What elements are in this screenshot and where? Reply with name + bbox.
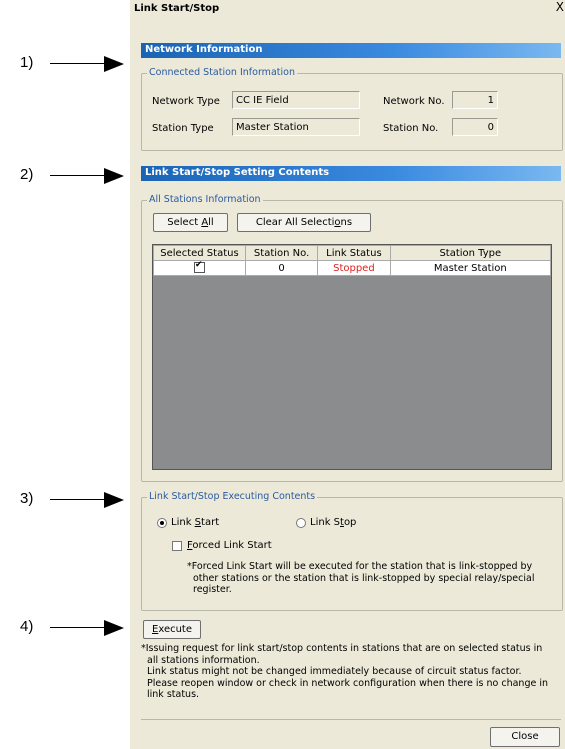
callout-3: 3): [0, 489, 128, 509]
station-type-field: Master Station: [232, 118, 360, 136]
callout-1: 1): [0, 53, 128, 73]
column-header[interactable]: Station Type: [389, 245, 552, 261]
arrow-right-icon: [104, 56, 124, 72]
link-stop-radio[interactable]: [296, 518, 306, 528]
close-icon[interactable]: X: [556, 0, 564, 14]
callout-2: 2): [0, 165, 128, 185]
station-type-cell: Master Station: [389, 260, 552, 276]
note-line: Please reopen window or check in network…: [147, 677, 548, 689]
column-header[interactable]: Station No.: [244, 245, 319, 261]
station-type-label: Station Type: [152, 123, 214, 134]
arrow-line: [50, 63, 108, 64]
note-line: other stations or the station that is li…: [193, 572, 535, 584]
group-label: Connected Station Information: [147, 67, 297, 78]
label-text: Link S: [310, 517, 341, 528]
title-bar: Link Start/Stop X: [130, 0, 565, 18]
link-stop-label[interactable]: Link Stop: [310, 517, 356, 528]
setting-contents-header: Link Start/Stop Setting Contents: [141, 166, 561, 181]
window-title: Link Start/Stop: [134, 3, 220, 14]
link-start-radio[interactable]: [157, 518, 167, 528]
connected-station-group: Connected Station Information Network Ty…: [141, 67, 563, 151]
button-label: xecute: [158, 624, 192, 635]
arrow-line: [50, 627, 108, 628]
station-no-label: Station No.: [383, 123, 439, 134]
arrow-right-icon: [104, 620, 124, 636]
all-stations-table[interactable]: Selected Status Station No. Link Status …: [152, 244, 552, 470]
note-line: Link status might not be changed immedia…: [147, 666, 522, 677]
arrow-right-icon: [104, 492, 124, 508]
link-status-cell: Stopped: [317, 260, 391, 276]
execute-note: *Issuing request for link start/stop con…: [141, 643, 563, 701]
stations-table: Selected Status Station No. Link Status …: [153, 245, 552, 276]
execute-button[interactable]: Execute: [143, 620, 201, 639]
link-start-label[interactable]: Link Start: [171, 517, 219, 528]
select-all-button[interactable]: Select All: [153, 213, 228, 232]
column-header[interactable]: Selected Status: [153, 245, 246, 261]
label-text: tart: [201, 517, 220, 528]
link-start-stop-dialog: Link Start/Stop X Network Information Co…: [130, 0, 565, 749]
arrow-right-icon: [104, 168, 124, 184]
clear-all-selections-button[interactable]: Clear All Selections: [237, 213, 371, 232]
network-no-label: Network No.: [383, 96, 445, 107]
divider: [141, 719, 561, 720]
network-type-label: Network Type: [152, 96, 220, 107]
callout-number: 4): [20, 618, 34, 635]
label-text: orced Link Start: [192, 540, 272, 551]
forced-link-start-checkbox[interactable]: [172, 541, 182, 551]
button-label: Clear All Selecti: [255, 217, 335, 228]
network-information-header: Network Information: [141, 43, 561, 58]
table-header-row: Selected Status Station No. Link Status …: [153, 245, 552, 261]
button-label: ns: [340, 217, 353, 228]
group-label: All Stations Information: [147, 194, 263, 205]
note-line: all stations information.: [147, 654, 260, 666]
check-mark-icon: ✔: [194, 260, 203, 271]
note-line: register.: [193, 584, 232, 595]
arrow-line: [50, 499, 108, 500]
group-label: Link Start/Stop Executing Contents: [147, 491, 318, 502]
section-title: Network Information: [145, 44, 263, 55]
callout-number: 3): [20, 490, 34, 507]
note-line: *Issuing request for link start/stop con…: [141, 643, 543, 654]
column-header[interactable]: Link Status: [317, 245, 391, 261]
label-text: op: [343, 517, 357, 528]
note-line: link status.: [147, 689, 200, 700]
callout-number: 1): [20, 54, 34, 71]
section-title: Link Start/Stop Setting Contents: [145, 167, 330, 178]
callout-4: 4): [0, 617, 128, 637]
table-row[interactable]: ✔ 0 Stopped Master Station: [153, 260, 552, 276]
button-label: ll: [208, 217, 214, 228]
forced-link-start-note: *Forced Link Start will be executed for …: [187, 561, 559, 596]
selected-status-cell[interactable]: ✔: [153, 260, 246, 276]
network-no-field: 1: [452, 91, 498, 109]
forced-link-start-label[interactable]: Forced Link Start: [187, 540, 272, 551]
button-label: Select: [167, 217, 202, 228]
note-line: *Forced Link Start will be executed for …: [187, 561, 533, 572]
callout-number: 2): [20, 166, 34, 183]
station-no-field: 0: [452, 118, 498, 136]
arrow-line: [50, 175, 108, 176]
station-no-cell: 0: [244, 260, 319, 276]
selected-checkbox[interactable]: ✔: [193, 260, 205, 274]
label-text: Link: [171, 517, 195, 528]
close-button[interactable]: Close: [490, 727, 560, 747]
network-type-field: CC IE Field: [232, 91, 360, 109]
